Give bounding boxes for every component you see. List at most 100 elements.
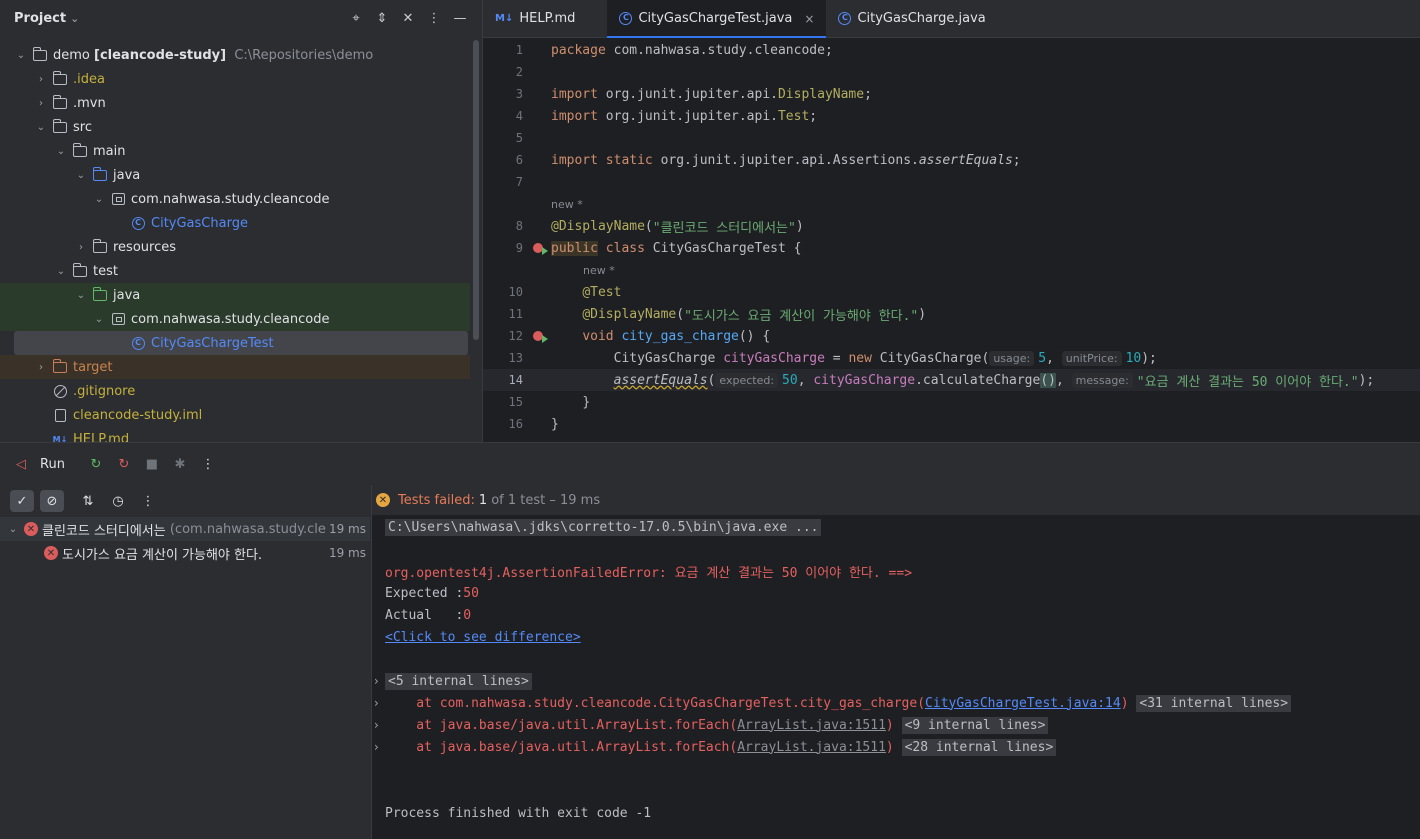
test-suite-row[interactable]: ⌄ ✕ 클린코드 스터디에서는 (com.nahwasa.study.cle 1… — [0, 517, 370, 541]
sort-icon[interactable]: ⇅ — [76, 490, 100, 512]
chevron-down-icon[interactable]: ⌄ — [70, 12, 79, 25]
chevron-right-icon[interactable]: › — [374, 740, 379, 754]
test-case-name: 도시가스 요금 계산이 가능해야 한다. — [62, 547, 263, 563]
tree-item-demo[interactable]: ⌄ demo [cleancode-study] C:\Repositories… — [0, 43, 470, 67]
internal-lines-fold[interactable]: <9 internal lines> — [901, 716, 1049, 734]
tree-item-main-java[interactable]: ⌄ java — [0, 163, 470, 187]
status-summary: of 1 test – 19 ms — [491, 492, 601, 508]
close-icon[interactable]: × — [804, 12, 814, 26]
error-icon: ✕ — [44, 546, 58, 560]
console-line: org.opentest4j.AssertionFailedError: 요금 … — [372, 560, 1420, 582]
project-title[interactable]: Project — [14, 11, 66, 26]
chevron-right-icon[interactable]: › — [34, 74, 48, 85]
tree-item-main-package[interactable]: ⌄ com.nahwasa.study.cleancode — [0, 187, 470, 211]
chevron-right-icon[interactable]: › — [374, 718, 379, 732]
more-options-icon[interactable]: ⋮ — [136, 490, 160, 512]
tree-item-mvn[interactable]: › .mvn — [0, 91, 470, 115]
chevron-right-icon[interactable]: › — [374, 696, 379, 710]
chevron-down-icon[interactable]: ⌄ — [92, 194, 106, 205]
tree-item-test[interactable]: ⌄ test — [0, 259, 470, 283]
tree-item-idea[interactable]: › .idea — [0, 67, 470, 91]
test-case-row[interactable]: ✕ 도시가스 요금 계산이 가능해야 한다. 19 ms — [0, 541, 370, 565]
project-scrollbar[interactable] — [473, 40, 479, 340]
console-line: Process finished with exit code -1 — [372, 802, 1420, 824]
tree-item-target[interactable]: › target — [0, 355, 470, 379]
tree-item-resources[interactable]: › resources — [0, 235, 470, 259]
code-line: 8 @DisplayName("클린코드 스터디에서는") — [515, 218, 804, 236]
stacktrace-link[interactable]: ArrayList.java:1511 — [737, 740, 886, 755]
tree-item-label: target — [73, 359, 113, 375]
hide-panel-icon[interactable]: — — [452, 8, 468, 28]
run-panel: ◁ Run ↻ ↻ ■ ✱ ⋮ ✓ ⊘ ⇅ ◷ ⋮ ⌄ ✕ 클린코드 스터디에서… — [0, 442, 1420, 839]
code-line: 4 import org.junit.jupiter.api. Test; — [515, 108, 818, 124]
run-test-icon[interactable] — [533, 243, 548, 255]
chevron-down-icon[interactable]: ⌄ — [34, 122, 48, 133]
code-line: 2 — [515, 65, 523, 79]
internal-lines-fold[interactable]: <28 internal lines> — [901, 738, 1057, 756]
console-line: › at java.base/java.util.ArrayList.forEa… — [372, 736, 1420, 758]
tree-item-citygaschargetest[interactable]: C CityGasChargeTest — [14, 331, 468, 355]
internal-lines-fold[interactable]: <31 internal lines> — [1136, 694, 1292, 712]
collapse-all-icon[interactable]: ✕ — [400, 8, 416, 28]
project-header: Project ⌄ ⌖ ⇕ ✕ ⋮ — — [0, 0, 482, 36]
chevron-down-icon[interactable]: ⌄ — [92, 314, 106, 325]
console-line: › <5 internal lines> — [372, 670, 1420, 692]
code-vision-hint[interactable]: new * — [483, 259, 1420, 281]
tree-item-test-java[interactable]: ⌄ java — [0, 283, 470, 307]
tree-item-help-md[interactable]: M↓ HELP.md — [0, 427, 470, 443]
tab-help-md[interactable]: M↓ HELP.md — [483, 0, 587, 37]
chevron-down-icon[interactable]: ⌄ — [74, 290, 88, 301]
code-vision-hint[interactable]: new * — [483, 193, 1420, 215]
tree-item-label: .gitignore — [73, 383, 136, 399]
parameter-hint: message: — [1071, 372, 1133, 388]
code-area[interactable]: 1 package com.nahwasa.study.cleancode; 2… — [483, 39, 1420, 435]
console-output[interactable]: C:\Users\nahwasa\.jdks\corretto-17.0.5\b… — [372, 516, 1420, 824]
chevron-right-icon[interactable]: › — [74, 242, 88, 253]
run-header: ◁ Run ↻ ↻ ■ ✱ ⋮ — [0, 443, 1420, 485]
internal-lines-fold[interactable]: <5 internal lines> — [385, 672, 532, 690]
chevron-right-icon[interactable]: › — [34, 362, 48, 373]
chevron-right-icon[interactable]: › — [374, 674, 379, 688]
chevron-right-icon[interactable]: › — [34, 98, 48, 109]
tree-item-test-package[interactable]: ⌄ com.nahwasa.study.cleancode — [0, 307, 470, 331]
tab-citygaschargetest[interactable]: C CityGasChargeTest.java × — [607, 0, 827, 38]
console-command[interactable]: C:\Users\nahwasa\.jdks\corretto-17.0.5\b… — [385, 518, 822, 536]
expand-all-icon[interactable]: ⇕ — [374, 8, 390, 28]
tree-item-src[interactable]: ⌄ src — [0, 115, 470, 139]
chevron-down-icon[interactable]: ⌄ — [14, 50, 28, 61]
code-line: 15 } — [508, 394, 591, 410]
tree-item-label: java — [113, 167, 141, 183]
tree-item-iml[interactable]: cleancode-study.iml — [0, 403, 470, 427]
tab-citygascharge[interactable]: C CityGasCharge.java — [826, 0, 997, 37]
test-status-bar: ✕ Tests failed: 1 of 1 test – 19 ms — [372, 485, 1420, 515]
see-difference-link[interactable]: <Click to see difference> — [385, 630, 581, 645]
more-options-icon[interactable]: ⋮ — [426, 8, 442, 28]
rerun-failed-icon[interactable]: ↻ — [115, 455, 133, 473]
chevron-down-icon[interactable]: ⌄ — [74, 170, 88, 181]
project-panel: Project ⌄ ⌖ ⇕ ✕ ⋮ — ⌄ demo [cleancode-st… — [0, 0, 482, 442]
run-test-icon[interactable] — [533, 331, 548, 343]
tree-item-gitignore[interactable]: .gitignore — [0, 379, 470, 403]
chevron-down-icon[interactable]: ⌄ — [54, 146, 68, 157]
locate-icon[interactable]: ⌖ — [348, 8, 364, 28]
more-options-icon[interactable]: ⋮ — [199, 455, 217, 473]
tree-item-citygascharge[interactable]: C CityGasCharge — [0, 211, 470, 235]
rerun-icon[interactable]: ↻ — [87, 455, 105, 473]
test-folder-icon — [92, 286, 108, 302]
run-title[interactable]: Run — [40, 457, 65, 472]
tree-item-main[interactable]: ⌄ main — [0, 139, 470, 163]
tree-item-label: com.nahwasa.study.cleancode — [131, 311, 330, 327]
stacktrace-link[interactable]: CityGasChargeTest.java:14 — [925, 696, 1121, 711]
class-icon: C — [130, 216, 146, 230]
show-passed-icon[interactable]: ✓ — [10, 490, 34, 512]
stop-icon[interactable]: ■ — [143, 455, 161, 473]
debug-icon[interactable]: ✱ — [171, 455, 189, 473]
code-line: 13 CityGasCharge cityGasCharge = new Cit… — [508, 350, 1157, 366]
stacktrace-link[interactable]: ArrayList.java:1511 — [737, 718, 886, 733]
console-panel: ✕ Tests failed: 1 of 1 test – 19 ms C:\U… — [371, 485, 1420, 839]
show-ignored-icon[interactable]: ⊘ — [40, 490, 64, 512]
chevron-down-icon[interactable]: ⌄ — [6, 524, 20, 535]
tree-item-label: CityGasCharge — [151, 215, 248, 231]
sort-duration-icon[interactable]: ◷ — [106, 490, 130, 512]
chevron-down-icon[interactable]: ⌄ — [54, 266, 68, 277]
